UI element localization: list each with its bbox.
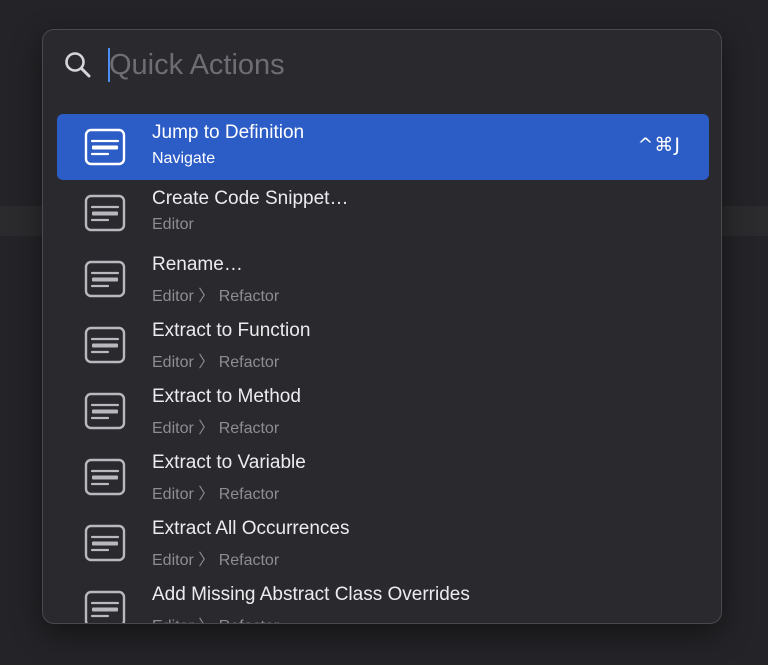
action-title: Create Code Snippet… xyxy=(152,188,349,209)
action-title: Extract to Function xyxy=(152,320,311,341)
action-title: Extract to Variable xyxy=(152,452,306,473)
action-title: Extract to Method xyxy=(152,386,301,407)
action-item[interactable]: Extract to Method Editor 〉 Refactor xyxy=(57,378,709,444)
action-category: Editor 〉 Refactor xyxy=(152,420,280,437)
action-title: Add Missing Abstract Class Overrides xyxy=(152,584,470,605)
command-icon xyxy=(84,260,126,298)
text-caret xyxy=(108,48,110,82)
command-icon xyxy=(84,128,126,166)
search-row xyxy=(43,30,721,102)
action-category: Editor 〉 Refactor xyxy=(152,288,280,305)
action-category: Editor 〉 Refactor xyxy=(152,612,279,623)
action-item[interactable]: Jump to Definition Navigate ^⌘J xyxy=(57,114,709,180)
action-item[interactable]: Extract All Occurrences Editor 〉 Refacto… xyxy=(57,510,709,576)
action-category: Editor 〉 Refactor xyxy=(152,354,280,371)
action-category: Navigate xyxy=(152,150,216,167)
search-input[interactable] xyxy=(109,44,669,86)
action-item[interactable]: Add Missing Abstract Class Overrides Edi… xyxy=(57,576,709,623)
action-title: Extract All Occurrences xyxy=(152,518,350,539)
action-item[interactable]: Extract to Function Editor 〉 Refactor xyxy=(57,312,709,378)
action-category: Editor 〉 Refactor xyxy=(152,552,280,569)
actions-list: Jump to Definition Navigate ^⌘J Create C… xyxy=(57,114,709,623)
search-icon xyxy=(65,52,91,78)
action-item[interactable]: Create Code Snippet… Editor xyxy=(57,180,709,246)
action-category: Editor 〉 Refactor xyxy=(152,486,280,503)
keyboard-shortcut: ^⌘J xyxy=(637,134,681,156)
command-icon xyxy=(84,194,126,232)
action-item[interactable]: Rename… Editor 〉 Refactor xyxy=(57,246,709,312)
action-category: Editor xyxy=(152,216,194,233)
command-icon xyxy=(84,524,126,562)
command-icon xyxy=(84,392,126,430)
command-icon xyxy=(84,326,126,364)
action-item[interactable]: Extract to Variable Editor 〉 Refactor xyxy=(57,444,709,510)
quick-actions-panel: Jump to Definition Navigate ^⌘J Create C… xyxy=(42,29,722,624)
command-icon xyxy=(84,458,126,496)
action-title: Jump to Definition xyxy=(152,122,305,143)
action-title: Rename… xyxy=(152,254,243,275)
command-icon xyxy=(84,590,126,623)
